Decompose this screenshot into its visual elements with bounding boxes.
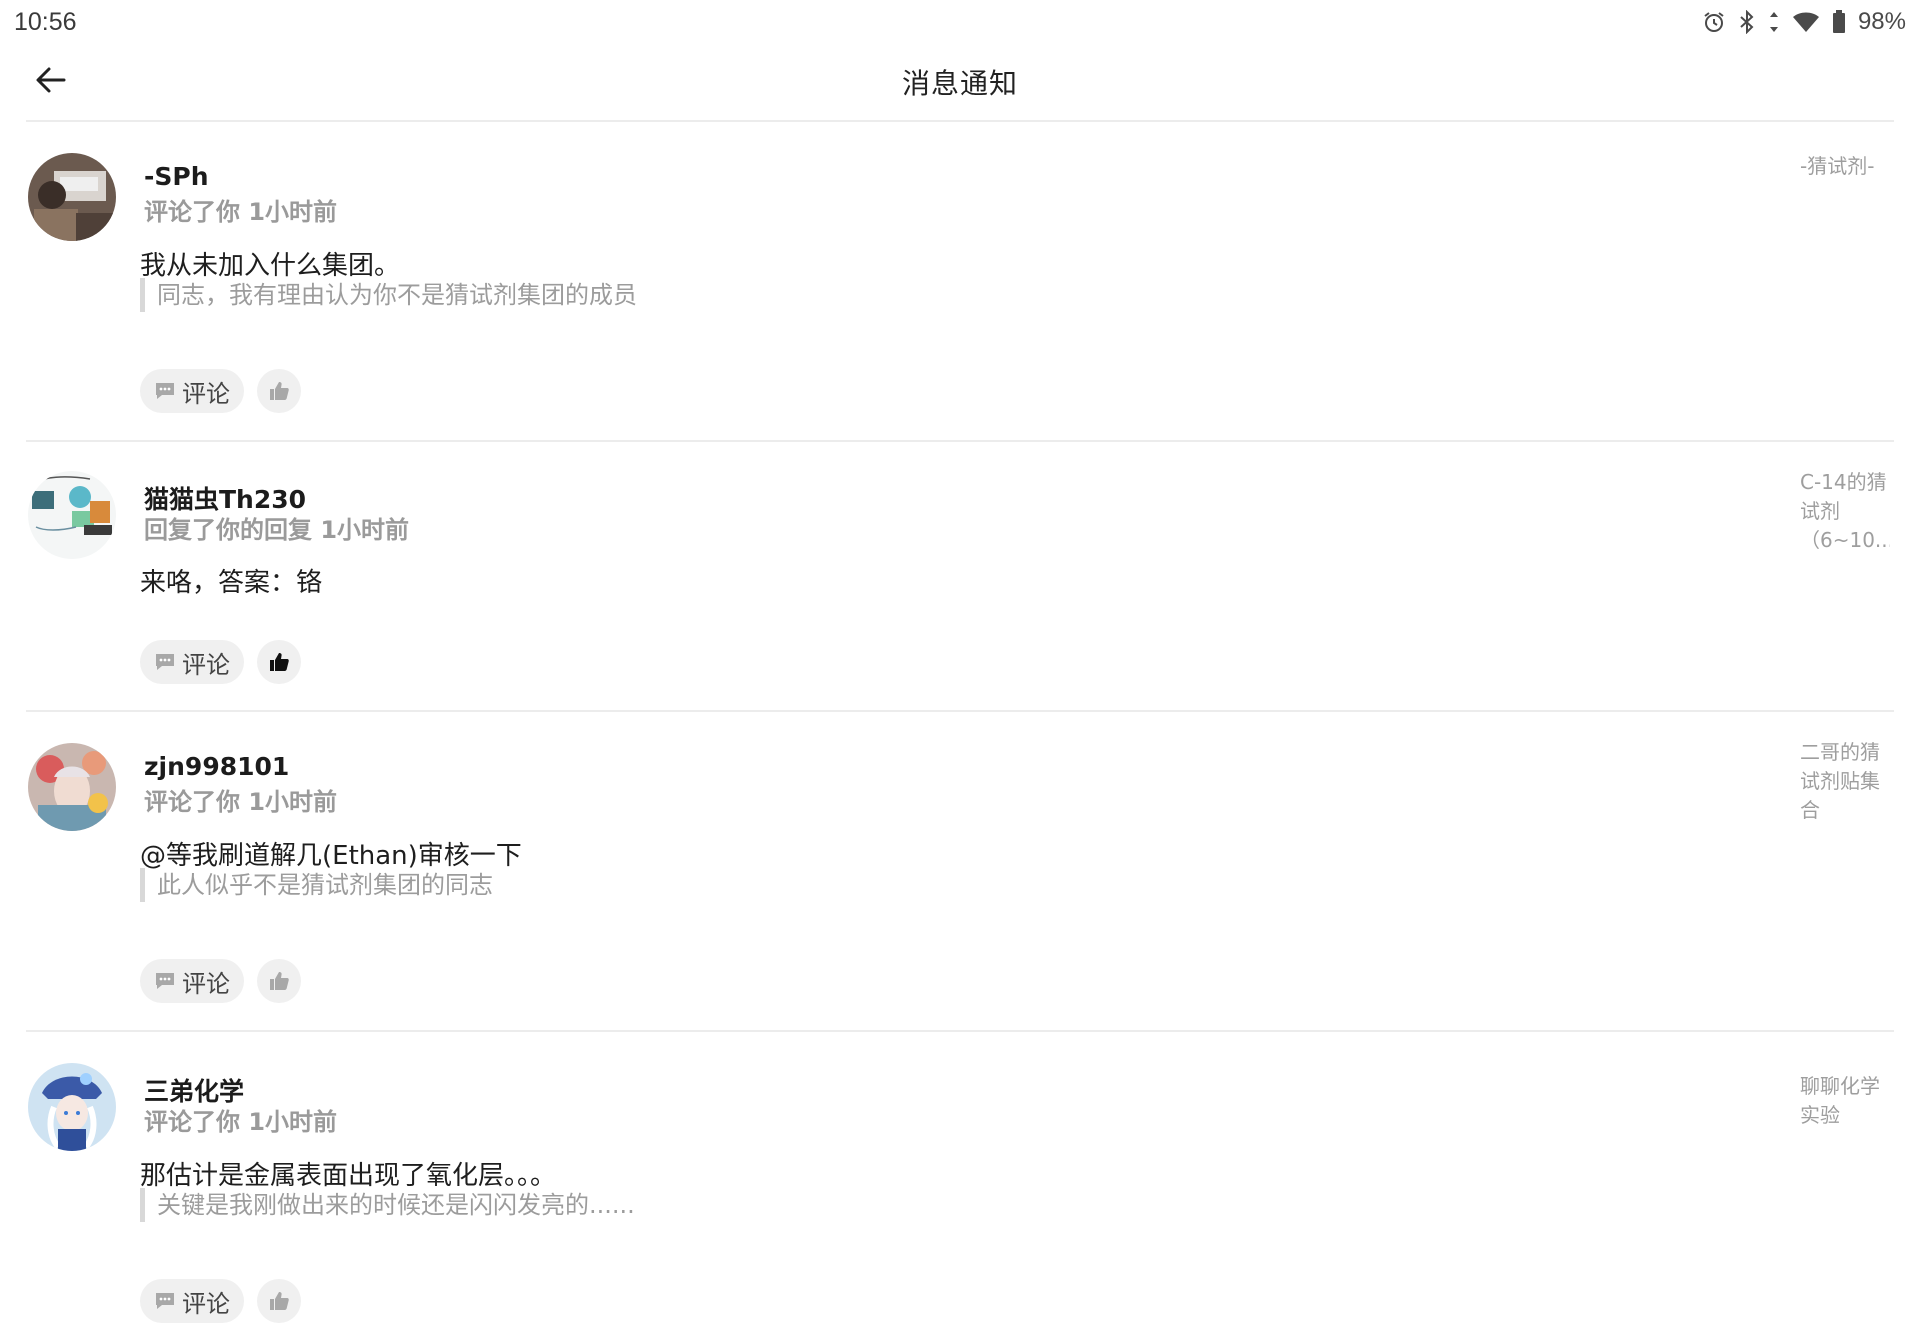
battery-level: 98% — [1857, 8, 1906, 35]
notification-item[interactable]: -SPh 评论了你 1小时前 我从未加入什么集团。 同志，我有理由认为你不是猜试… — [26, 122, 1894, 442]
like-button[interactable] — [257, 959, 301, 1003]
topic-line: 试剂贴集 — [1800, 769, 1880, 793]
data-arrows-icon — [1769, 12, 1778, 32]
username[interactable]: zjn998101 — [144, 752, 289, 781]
action-text: 评论了你 1小时前 — [144, 788, 338, 816]
quoted-text: 关键是我刚做出来的时候还是闪闪发亮的...... — [140, 1188, 635, 1222]
comment-content: @等我刷道解几(Ethan)审核一下 — [140, 841, 522, 871]
topic-line: -猜试剂- — [1800, 154, 1875, 178]
topic-link[interactable]: 二哥的猜 试剂贴集 合 — [1800, 738, 1890, 825]
like-button-active[interactable] — [257, 640, 301, 684]
comment-button[interactable]: 评论 — [140, 1279, 244, 1323]
notification-item[interactable]: zjn998101 评论了你 1小时前 @等我刷道解几(Ethan)审核一下 此… — [26, 712, 1894, 1032]
action-text: 评论了你 1小时前 — [144, 198, 338, 226]
avatar[interactable] — [28, 153, 116, 241]
page-title: 消息通知 — [901, 67, 1018, 100]
topic-line: C-14的猜 — [1800, 470, 1887, 494]
comment-content: 那估计是金属表面出现了氧化层。。。 — [140, 1161, 557, 1191]
notification-list: -SPh 评论了你 1小时前 我从未加入什么集团。 同志，我有理由认为你不是猜试… — [26, 122, 1894, 1332]
thumbs-up-icon — [270, 653, 289, 671]
action-text: 回复了你的回复 1小时前 — [144, 516, 410, 544]
topic-line: 合 — [1800, 798, 1820, 822]
thumbs-up-icon — [270, 382, 289, 400]
thumbs-up-icon — [270, 1292, 289, 1310]
thumbs-up-icon — [270, 972, 289, 990]
like-button[interactable] — [257, 1279, 301, 1323]
avatar[interactable] — [28, 743, 116, 831]
comment-button[interactable]: 评论 — [140, 640, 244, 684]
avatar[interactable] — [28, 1063, 116, 1151]
notification-item[interactable]: 三弟化学 评论了你 1小时前 那估计是金属表面出现了氧化层。。。 关键是我刚做出… — [26, 1032, 1894, 1332]
topic-line: 聊聊化学 — [1800, 1074, 1880, 1098]
username[interactable]: -SPh — [144, 162, 209, 191]
topic-link[interactable]: -猜试剂- — [1800, 152, 1890, 181]
quoted-text: 同志，我有理由认为你不是猜试剂集团的成员 — [140, 278, 637, 312]
topic-link[interactable]: 聊聊化学 实验 — [1800, 1072, 1890, 1130]
topic-line: 二哥的猜 — [1800, 740, 1880, 764]
comment-label: 评论 — [182, 379, 230, 408]
comment-content: 我从未加入什么集团。 — [140, 251, 401, 281]
quoted-text: 此人似乎不是猜试剂集团的同志 — [140, 868, 493, 902]
notification-item[interactable]: 猫猫虫Th230 回复了你的回复 1小时前 来咯，答案：铬 评论 C-14的猜 … — [26, 442, 1894, 712]
comment-icon — [156, 654, 174, 670]
topic-line: （6~10... — [1800, 528, 1890, 552]
comment-icon — [156, 1293, 174, 1309]
status-time: 10:56 — [14, 8, 77, 36]
topic-line: 试剂 — [1800, 499, 1840, 523]
avatar[interactable] — [28, 471, 116, 559]
battery-icon — [1832, 10, 1845, 33]
comment-label: 评论 — [182, 650, 230, 679]
topic-line: 实验 — [1800, 1103, 1840, 1127]
comment-label: 评论 — [182, 1289, 230, 1318]
comment-label: 评论 — [182, 969, 230, 998]
alarm-icon — [1704, 12, 1724, 32]
bluetooth-icon — [1740, 10, 1754, 34]
comment-content: 来咯，答案：铬 — [140, 568, 323, 598]
like-button[interactable] — [257, 369, 301, 413]
status-icons: 98% — [1702, 8, 1906, 36]
comment-button[interactable]: 评论 — [140, 959, 244, 1003]
comment-icon — [156, 383, 174, 399]
wifi-icon — [1792, 12, 1819, 32]
topic-link[interactable]: C-14的猜 试剂 （6~10... — [1800, 468, 1890, 555]
top-app-bar: 消息通知 — [26, 50, 1894, 122]
action-text: 评论了你 1小时前 — [144, 1108, 338, 1136]
status-bar: 10:56 98% — [0, 0, 1920, 44]
comment-button[interactable]: 评论 — [140, 369, 244, 413]
comment-icon — [156, 973, 174, 989]
